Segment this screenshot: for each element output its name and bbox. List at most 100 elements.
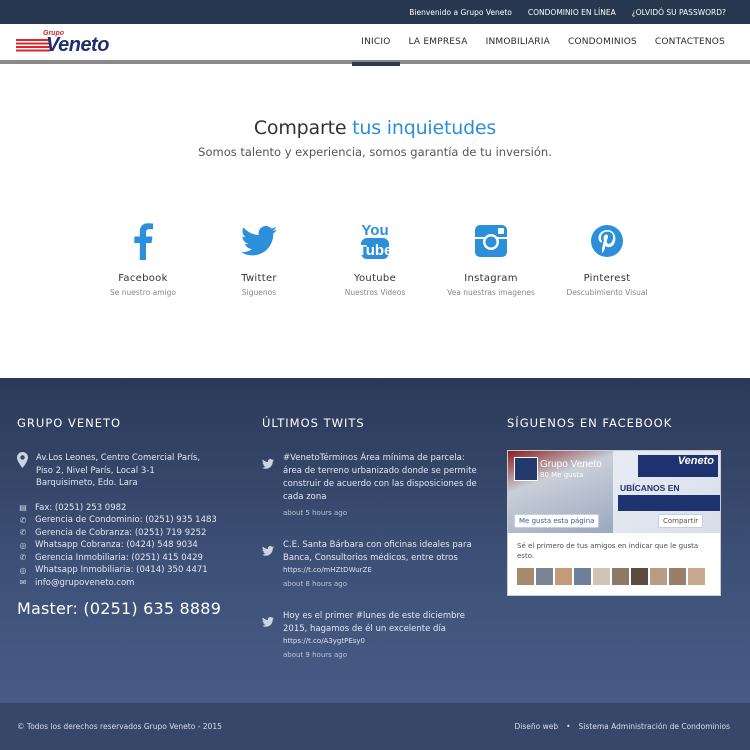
welcome-text: Bienvenido a Grupo Veneto bbox=[409, 7, 512, 17]
facebook-widget: Grupo Veneto 80 Me gusta Veneto UBÍCANOS… bbox=[507, 450, 721, 596]
avatar[interactable] bbox=[517, 568, 534, 585]
hero-title-accent: tus inquietudes bbox=[352, 117, 497, 139]
nav-item-contactenos[interactable]: CONTACTENOS bbox=[646, 22, 734, 62]
avatar[interactable] bbox=[612, 568, 629, 585]
top-bar: Bienvenido a Grupo Veneto CONDOMINIO EN … bbox=[0, 0, 750, 24]
header: Grupo Veneto INICIO LA EMPRESA INMOBILIA… bbox=[0, 22, 750, 66]
avatar[interactable] bbox=[631, 568, 648, 585]
printer-icon: ▤ bbox=[19, 503, 27, 513]
social-twitter[interactable]: Twitter Siguenos bbox=[201, 221, 317, 297]
hero-title: Comparte tus inquietudes bbox=[0, 64, 750, 139]
tweet-time: about 5 hours ago bbox=[283, 509, 348, 517]
contact-text: Gerencia Inmobiliaria: (0251) 415 0429 bbox=[35, 552, 203, 563]
footer: GRUPO VENETO Av.Los Leones, Centro Comer… bbox=[0, 378, 750, 703]
contact-text: Gerencia de Condominio: (0251) 935 1483 bbox=[35, 515, 217, 526]
phone-icon: ✆ bbox=[19, 515, 27, 525]
avatar[interactable] bbox=[536, 568, 553, 585]
social-desc: Se nuestro amigo bbox=[110, 288, 176, 297]
contact-list: ▤ Fax: (0251) 253 0982 ✆ Gerencia de Condo… bbox=[17, 502, 232, 590]
tweet-link[interactable]: https://t.co/A3ygtPEsy0 bbox=[283, 636, 484, 646]
social-name: Pinterest bbox=[583, 273, 631, 284]
cover-logo: Veneto bbox=[638, 455, 718, 477]
contact-whatsapp-cobranza: ◎ Whatsapp Cobranza: (0424) 548 9034 bbox=[17, 539, 232, 552]
tweet-item: C.E. Santa Bárbara con oficinas ideales … bbox=[262, 539, 484, 588]
social-facebook[interactable]: Facebook Se nuestro amigo bbox=[85, 221, 201, 297]
contact-whatsapp-inmobiliaria: ◎ Whatsapp Inmobiliaria: (0414) 350 4471 bbox=[17, 564, 232, 577]
contact-text: Whatsapp Cobranza: (0424) 548 9034 bbox=[35, 540, 198, 551]
page-avatar[interactable] bbox=[514, 457, 538, 481]
svg-text:You: You bbox=[361, 222, 388, 239]
social-desc: Descubimiento Visual bbox=[566, 288, 648, 297]
footer-col-facebook: SÍGUENOS EN FACEBOOK Grupo Veneto 80 Me … bbox=[507, 416, 722, 596]
hero-subtitle: Somos talento y experiencia, somos garan… bbox=[198, 145, 552, 159]
web-design-link[interactable]: Diseño web bbox=[514, 722, 558, 731]
avatar[interactable] bbox=[650, 568, 667, 585]
avatar[interactable] bbox=[555, 568, 572, 585]
social-desc: Nuestros Videos bbox=[344, 288, 406, 297]
avatar[interactable] bbox=[593, 568, 610, 585]
condominio-link[interactable]: CONDOMINIO EN LÍNEA bbox=[528, 8, 616, 17]
facebook-cover[interactable]: Grupo Veneto 80 Me gusta Veneto UBÍCANOS… bbox=[508, 451, 720, 533]
main-nav: INICIO LA EMPRESA INMOBILIARIA CONDOMINI… bbox=[352, 22, 734, 66]
cover-phones-banner bbox=[618, 495, 720, 511]
social-name: Youtube bbox=[353, 273, 397, 284]
condo-system-link[interactable]: Sistema Administración de Condominios bbox=[579, 722, 730, 731]
contact-email[interactable]: ✉ info@grupoveneto.com bbox=[17, 577, 232, 590]
tweet-time: about 8 hours ago bbox=[283, 580, 348, 588]
twitter-icon bbox=[201, 221, 317, 261]
bottom-links: Diseño web • Sistema Administración de C… bbox=[514, 722, 730, 731]
twitter-icon bbox=[262, 539, 275, 588]
contact-text: Whatsapp Inmobiliaria: (0414) 350 4471 bbox=[35, 565, 208, 576]
fb-friend-faces bbox=[517, 568, 711, 585]
fb-likes-count: 80 Me gusta bbox=[540, 471, 584, 479]
footer-col-title: ÚLTIMOS TWITS bbox=[262, 416, 365, 430]
nav-item-inicio[interactable]: INICIO bbox=[352, 22, 400, 66]
contact-inmobiliaria: ✆ Gerencia Inmobiliaria: (0251) 415 0429 bbox=[17, 552, 232, 565]
fb-like-button[interactable]: Me gusta esta página bbox=[514, 514, 600, 528]
footer-col-tweets: ÚLTIMOS TWITS #VenetoTérminos Área mínim… bbox=[262, 416, 484, 659]
avatar[interactable] bbox=[688, 568, 705, 585]
tweet-link[interactable]: https://t.co/mHZtDWurZE bbox=[283, 565, 484, 575]
twitter-icon bbox=[262, 452, 275, 517]
pinterest-icon bbox=[549, 221, 665, 261]
tweet-text: #VenetoTérminos Área mínima de parcela: … bbox=[283, 453, 477, 502]
logo[interactable]: Grupo Veneto bbox=[16, 29, 109, 56]
social-youtube[interactable]: You Tube Youtube Nuestros Videos bbox=[317, 221, 433, 297]
nav-item-condominios[interactable]: CONDOMINIOS bbox=[559, 22, 646, 62]
cover-ubicanos-text: UBÍCANOS EN bbox=[620, 483, 680, 493]
avatar[interactable] bbox=[669, 568, 686, 585]
forgot-password-link[interactable]: ¿OLVIDÓ SU PASSWORD? bbox=[632, 8, 726, 17]
tweet-text: C.E. Santa Bárbara con oficinas ideales … bbox=[283, 540, 472, 563]
twitter-icon bbox=[262, 610, 275, 659]
address-line: Barquisimeto, Edo. Lara bbox=[36, 478, 138, 488]
instagram-icon bbox=[433, 221, 549, 261]
address-line: Av.Los Leones, Centro Comercial París, bbox=[36, 453, 201, 463]
contact-text: Fax: (0251) 253 0982 bbox=[35, 502, 127, 513]
social-name: Facebook bbox=[118, 273, 168, 284]
logo-stripes bbox=[16, 39, 50, 53]
social-name: Twitter bbox=[241, 273, 277, 284]
fb-friends-text: Sé el primero de tus amigos en indicar q… bbox=[517, 542, 699, 560]
contact-text[interactable]: info@grupoveneto.com bbox=[35, 578, 134, 588]
logo-big-text: Veneto bbox=[46, 34, 109, 56]
svg-text:Tube: Tube bbox=[359, 242, 391, 259]
separator: • bbox=[566, 722, 571, 731]
social-instagram[interactable]: Instagram Vea nuestras imagenes bbox=[433, 221, 549, 297]
phone-icon: ✆ bbox=[19, 528, 27, 538]
phone-icon: ✆ bbox=[19, 553, 27, 563]
footer-col-contact: GRUPO VENETO Av.Los Leones, Centro Comer… bbox=[17, 416, 232, 618]
social-links: Facebook Se nuestro amigo Twitter Siguen… bbox=[0, 221, 750, 297]
footer-col-title: SÍGUENOS EN FACEBOOK bbox=[507, 416, 673, 430]
hero-section: Comparte tus inquietudes Somos talento y… bbox=[0, 64, 750, 378]
avatar[interactable] bbox=[574, 568, 591, 585]
facebook-icon bbox=[85, 221, 201, 261]
nav-item-inmobiliaria[interactable]: INMOBILIARIA bbox=[477, 22, 559, 62]
footer-col-title: GRUPO VENETO bbox=[17, 416, 122, 430]
social-pinterest[interactable]: Pinterest Descubimiento Visual bbox=[549, 221, 665, 297]
whatsapp-icon: ◎ bbox=[19, 565, 27, 575]
copyright: © Todos los derechos reservados Grupo Ve… bbox=[17, 722, 222, 731]
fb-share-button[interactable]: Compartir bbox=[658, 514, 704, 528]
fb-page-name[interactable]: Grupo Veneto bbox=[540, 459, 602, 470]
contact-cobranza: ✆ Gerencia de Cobranza: (0251) 719 9252 bbox=[17, 527, 232, 540]
nav-item-la-empresa[interactable]: LA EMPRESA bbox=[400, 22, 477, 62]
